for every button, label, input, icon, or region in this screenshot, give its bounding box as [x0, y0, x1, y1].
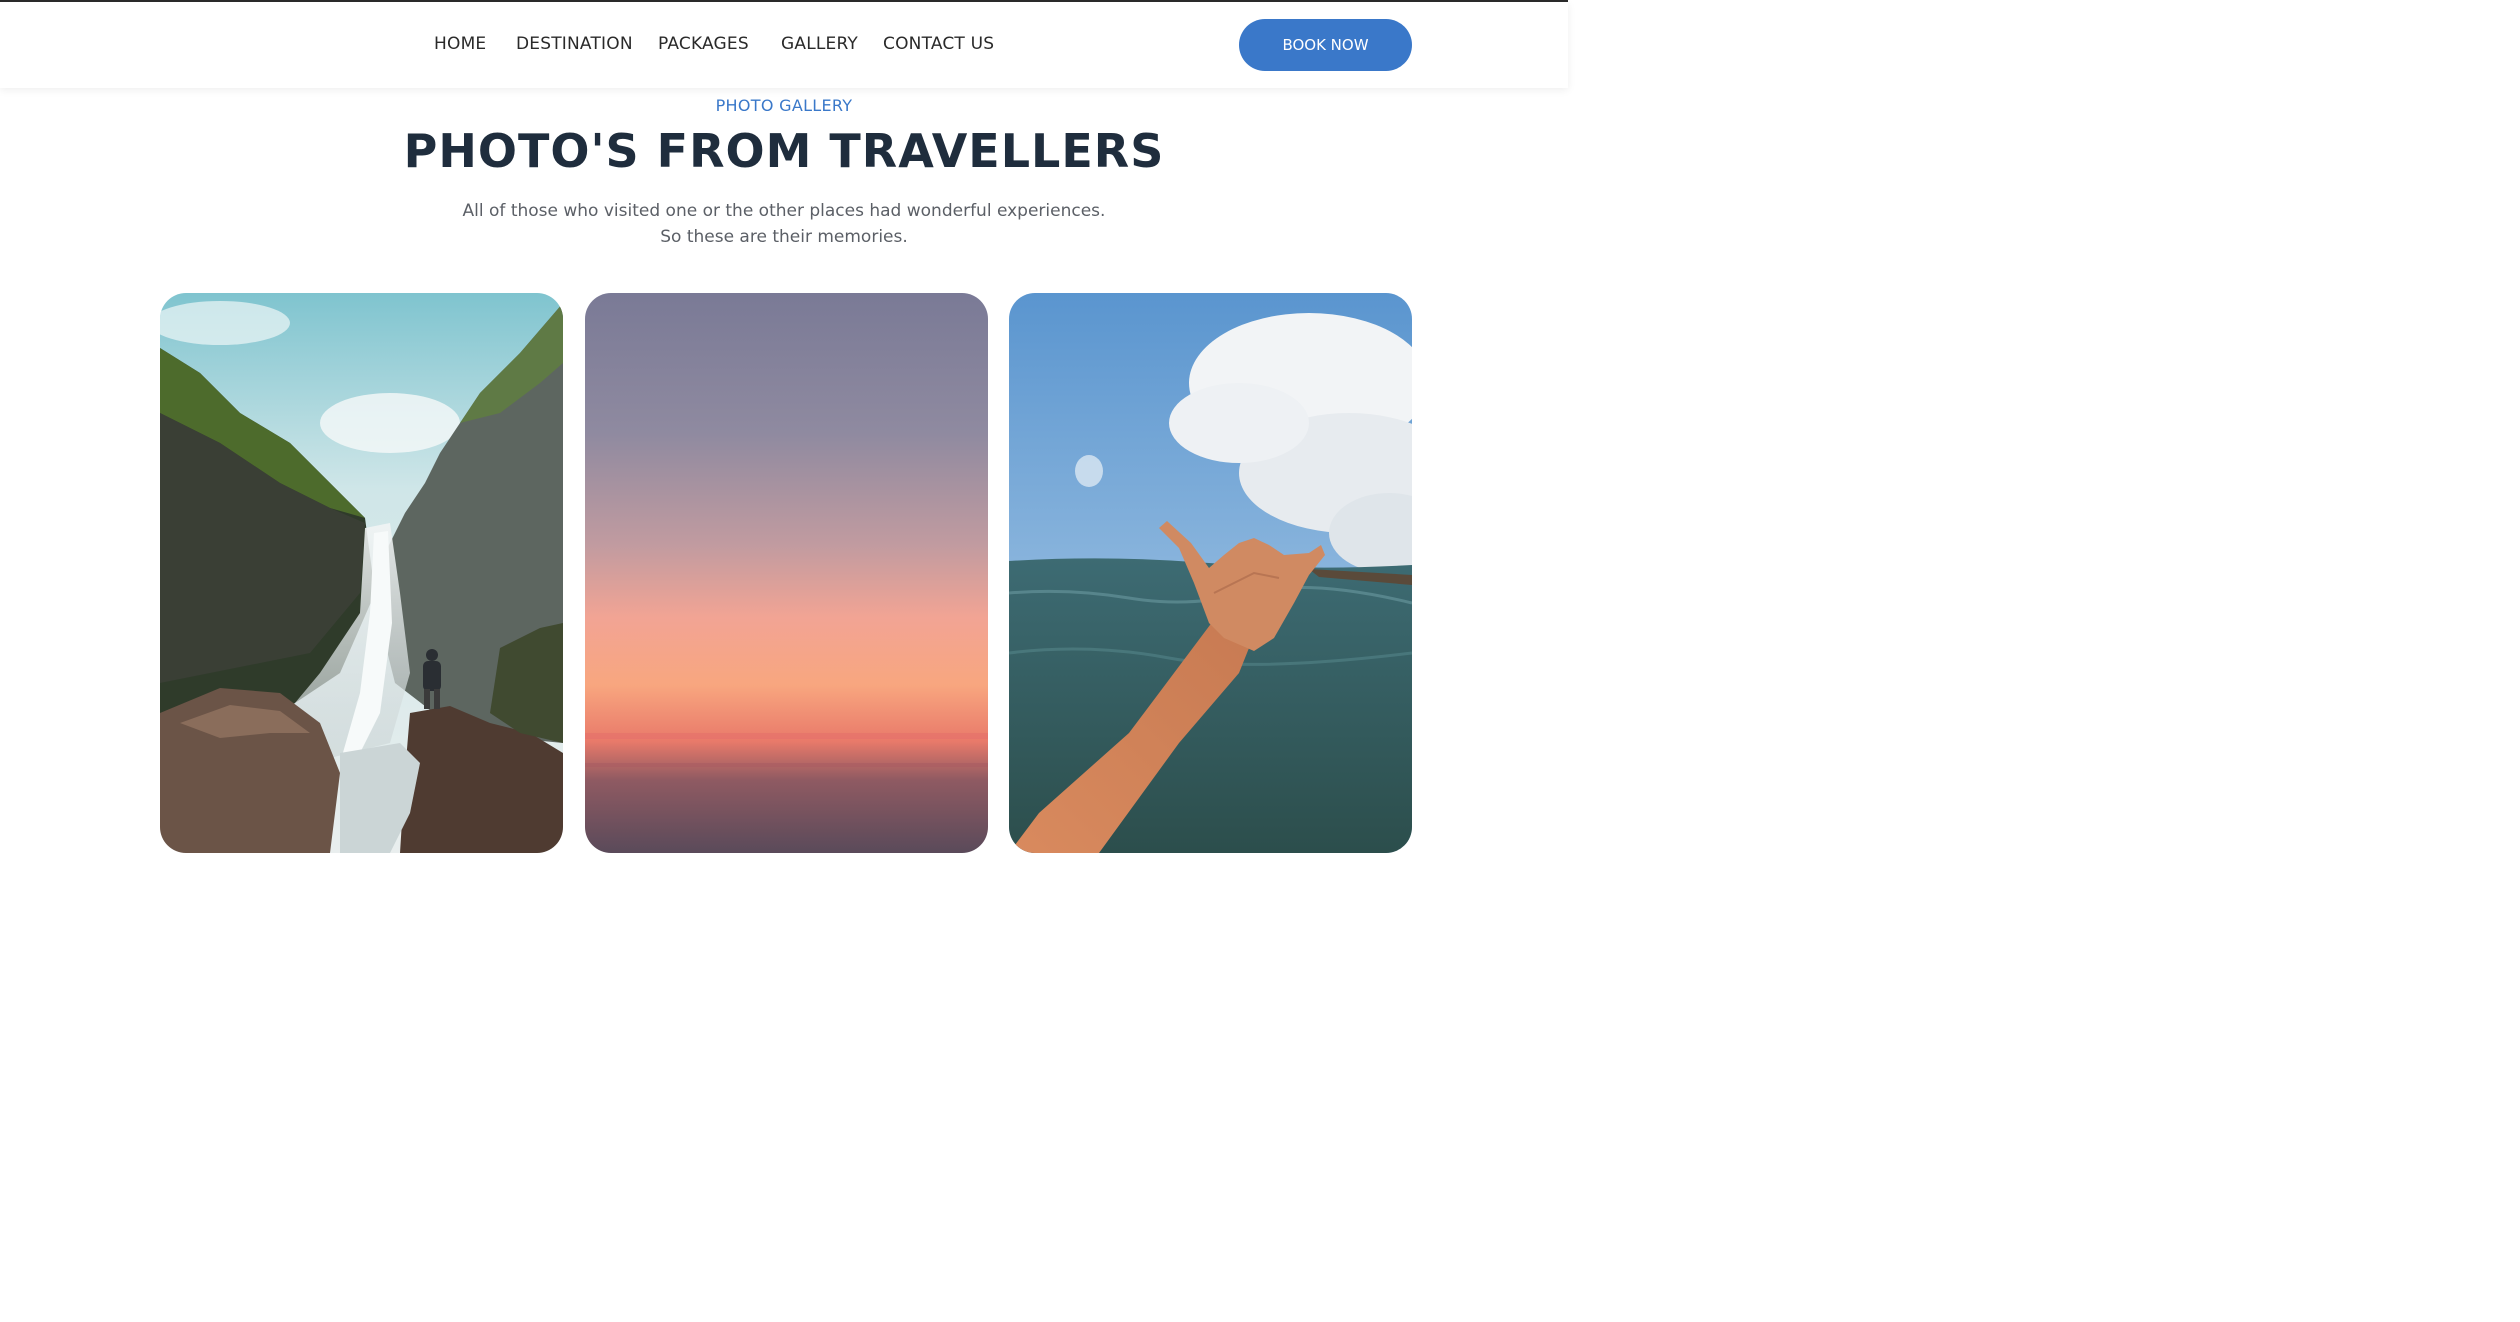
gallery-card-ocean[interactable] — [1009, 293, 1412, 853]
book-now-button[interactable]: BOOK NOW — [1239, 19, 1412, 71]
sunset-photo — [585, 293, 988, 853]
nav-gallery[interactable]: GALLERY — [781, 34, 858, 54]
ocean-hand-photo — [1009, 293, 1412, 853]
gallery-card-sunset[interactable] — [585, 293, 988, 853]
nav-destination[interactable]: DESTINATION — [516, 34, 633, 54]
section-title: PHOTO'S FROM TRAVELLERS — [403, 124, 1165, 178]
waterfall-photo — [160, 293, 563, 853]
subtitle-line-2: So these are their memories. — [660, 227, 908, 247]
nav-home[interactable]: HOME — [434, 34, 486, 54]
navbar: HOME DESTINATION PACKAGES GALLERY CONTAC… — [0, 2, 1568, 88]
section-eyebrow: PHOTO GALLERY — [715, 96, 853, 115]
section-subtitle: All of those who visited one or the othe… — [0, 198, 1568, 250]
subtitle-line-1: All of those who visited one or the othe… — [462, 201, 1106, 221]
gallery-card-waterfall[interactable] — [160, 293, 563, 853]
nav-packages[interactable]: PACKAGES — [658, 34, 749, 54]
nav-contact-us[interactable]: CONTACT US — [883, 34, 994, 54]
